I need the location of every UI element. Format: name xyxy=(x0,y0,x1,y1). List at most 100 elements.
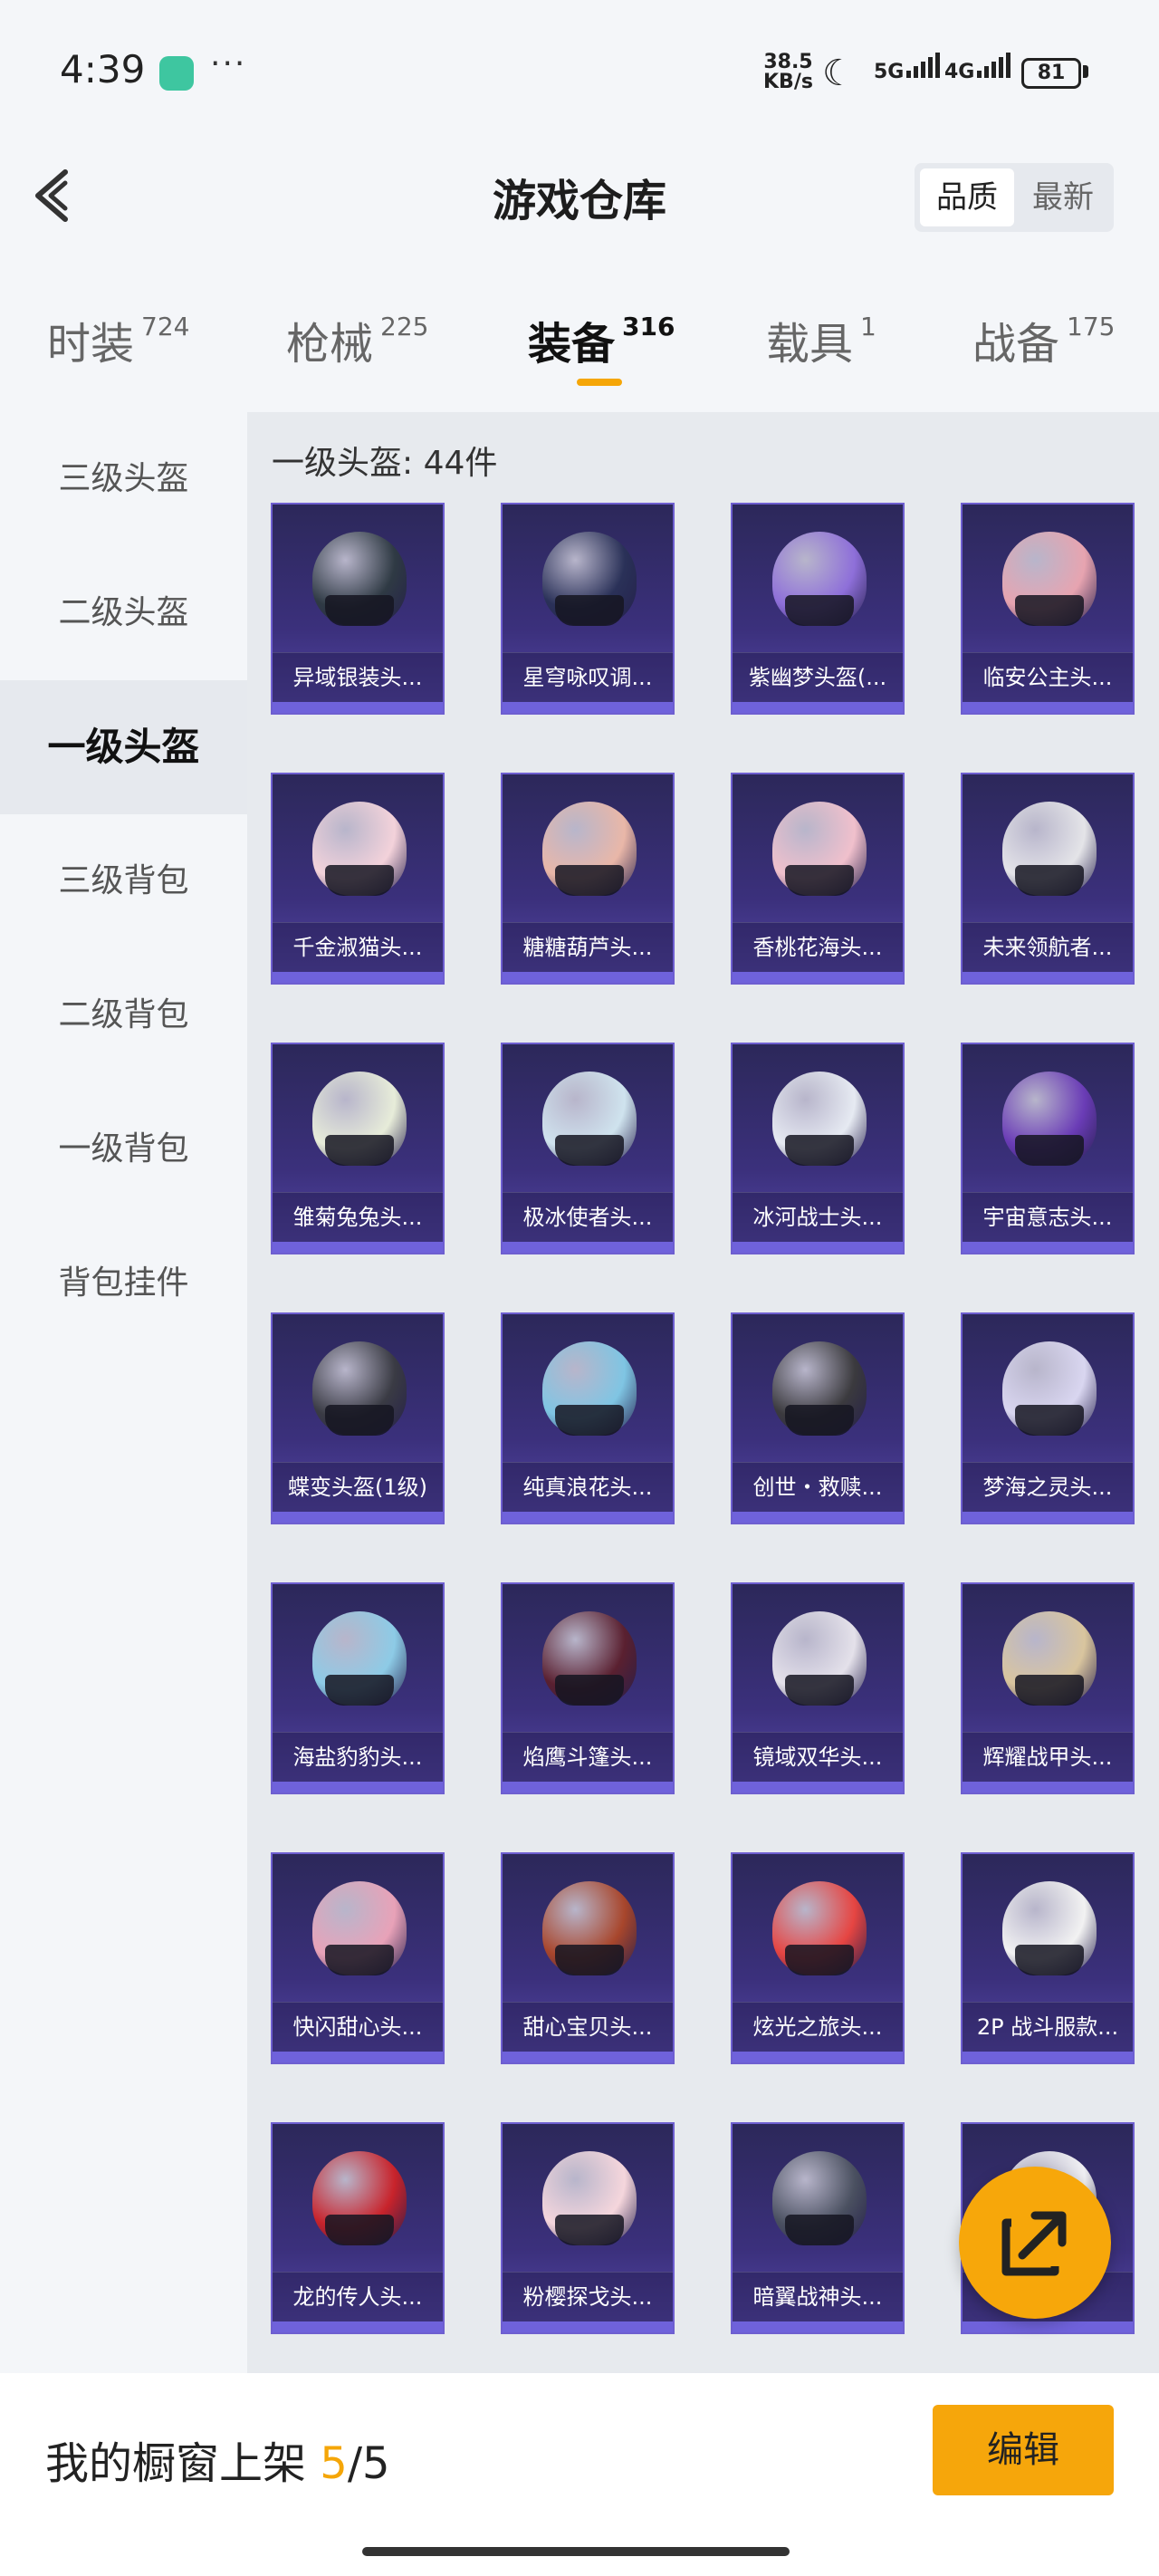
item-name: 星穹咏叹调... xyxy=(503,652,673,702)
network-speed-unit: KB/s xyxy=(763,71,813,93)
helmet-visor xyxy=(555,595,624,626)
sidebar-item-level3-helmet[interactable]: 三级头盔 xyxy=(0,412,247,546)
rarity-bar xyxy=(273,702,443,713)
item-card[interactable]: 焰鹰斗篷头... xyxy=(501,1582,675,1794)
helmet-visor xyxy=(1015,1405,1084,1436)
showcase-total: /5 xyxy=(347,2438,390,2489)
battery-icon: 81 xyxy=(1021,58,1081,89)
item-card[interactable]: 冰河战士头... xyxy=(731,1043,905,1254)
helmet-visor xyxy=(325,1675,394,1706)
status-time: 4:39 xyxy=(60,47,146,91)
sidebar-item-level3-backpack[interactable]: 三级背包 xyxy=(0,814,247,948)
helmet-visor xyxy=(555,1405,624,1436)
rarity-bar xyxy=(273,2321,443,2332)
helmet-visor xyxy=(1015,595,1084,626)
tab-fashion[interactable]: 时装 724 xyxy=(47,308,189,371)
helmet-visor xyxy=(785,2215,854,2245)
helmet-visor xyxy=(785,1945,854,1975)
item-name: 龙的传人头... xyxy=(273,2272,443,2321)
item-card[interactable]: 粉樱探戈头... xyxy=(501,2122,675,2334)
item-card[interactable]: 快闪甜心头... xyxy=(271,1852,445,2064)
item-name: 临安公主头... xyxy=(963,652,1133,702)
network-speed: 38.5 KB/s xyxy=(763,53,813,92)
item-card[interactable]: 纯真浪花头... xyxy=(501,1312,675,1524)
sort-latest-button[interactable]: 最新 xyxy=(1016,168,1110,226)
sidebar-item-level2-backpack[interactable]: 二级背包 xyxy=(0,948,247,1082)
helmet-visor xyxy=(785,595,854,626)
rarity-bar xyxy=(963,972,1133,983)
helmet-visor xyxy=(555,1135,624,1166)
helmet-visor xyxy=(325,865,394,896)
rarity-bar xyxy=(963,2321,1133,2332)
rarity-bar xyxy=(273,1242,443,1253)
item-card[interactable]: 镜域双华头... xyxy=(731,1582,905,1794)
item-card[interactable]: 星穹咏叹调... xyxy=(501,503,675,715)
rarity-bar xyxy=(733,1512,903,1523)
item-card[interactable]: 暗翼战神头... xyxy=(731,2122,905,2334)
item-card[interactable]: 糖糖葫芦头... xyxy=(501,773,675,985)
item-card[interactable]: 梦海之灵头... xyxy=(961,1312,1135,1524)
item-name: 雏菊兔兔头... xyxy=(273,1192,443,1242)
home-indicator[interactable] xyxy=(362,2547,790,2556)
item-name: 异域银装头... xyxy=(273,652,443,702)
item-card[interactable]: 炫光之旅头... xyxy=(731,1852,905,2064)
item-card[interactable]: 未来领航者... xyxy=(961,773,1135,985)
item-card[interactable]: 异域银装头... xyxy=(271,503,445,715)
rarity-bar xyxy=(963,2052,1133,2062)
item-name: 紫幽梦头盔(... xyxy=(733,652,903,702)
rarity-bar xyxy=(273,2052,443,2062)
rarity-bar xyxy=(733,1242,903,1253)
item-card[interactable]: 辉耀战甲头... xyxy=(961,1582,1135,1794)
item-card[interactable]: 蝶变头盔(1级) xyxy=(271,1312,445,1524)
helmet-visor xyxy=(555,865,624,896)
rarity-bar xyxy=(963,702,1133,713)
rarity-bar xyxy=(503,1512,673,1523)
helmet-visor xyxy=(555,2215,624,2245)
item-name: 创世・救赎... xyxy=(733,1462,903,1512)
tab-vehicles[interactable]: 载具 1 xyxy=(766,308,876,371)
item-name: 纯真浪花头... xyxy=(503,1462,673,1512)
helmet-visor xyxy=(325,1135,394,1166)
item-card[interactable]: 极冰使者头... xyxy=(501,1043,675,1254)
sort-toggle: 品质 最新 xyxy=(915,163,1114,232)
share-icon xyxy=(1001,2211,1067,2276)
rarity-bar xyxy=(503,2321,673,2332)
item-name: 蝶变头盔(1级) xyxy=(273,1462,443,1512)
helmet-visor xyxy=(555,1945,624,1975)
sidebar-item-level2-helmet[interactable]: 二级头盔 xyxy=(0,546,247,680)
item-card[interactable]: 海盐豹豹头... xyxy=(271,1582,445,1794)
item-card[interactable]: 临安公主头... xyxy=(961,503,1135,715)
active-tab-indicator xyxy=(577,379,622,386)
helmet-visor xyxy=(785,1135,854,1166)
tab-equipment[interactable]: 装备 316 xyxy=(528,308,675,371)
rarity-bar xyxy=(273,972,443,983)
tab-guns[interactable]: 枪械 225 xyxy=(286,308,428,371)
helmet-visor xyxy=(1015,1675,1084,1706)
item-card[interactable]: 千金淑猫头... xyxy=(271,773,445,985)
item-card[interactable]: 雏菊兔兔头... xyxy=(271,1043,445,1254)
edit-button[interactable]: 编辑 xyxy=(933,2405,1114,2495)
rarity-bar xyxy=(733,2052,903,2062)
item-name: 甜心宝贝头... xyxy=(503,2002,673,2052)
item-card[interactable]: 甜心宝贝头... xyxy=(501,1852,675,2064)
sidebar-item-backpack-charm[interactable]: 背包挂件 xyxy=(0,1216,247,1350)
sidebar-item-level1-backpack[interactable]: 一级背包 xyxy=(0,1082,247,1216)
item-card[interactable]: 龙的传人头... xyxy=(271,2122,445,2334)
item-card[interactable]: 香桃花海头... xyxy=(731,773,905,985)
sidebar-item-level1-helmet[interactable]: 一级头盔 xyxy=(0,680,247,814)
helmet-visor xyxy=(1015,1945,1084,1975)
showcase-current-count: 5 xyxy=(320,2438,348,2489)
helmet-visor xyxy=(785,1405,854,1436)
rarity-bar xyxy=(503,972,673,983)
helmet-visor xyxy=(785,865,854,896)
item-card[interactable]: 2P 战斗服款... xyxy=(961,1852,1135,2064)
item-name: 梦海之灵头... xyxy=(963,1462,1133,1512)
share-button[interactable] xyxy=(959,2167,1111,2319)
helmet-visor xyxy=(555,1675,624,1706)
rarity-bar xyxy=(733,702,903,713)
item-card[interactable]: 紫幽梦头盔(... xyxy=(731,503,905,715)
tab-battle-supplies[interactable]: 战备 175 xyxy=(972,308,1115,371)
item-card[interactable]: 创世・救赎... xyxy=(731,1312,905,1524)
item-card[interactable]: 宇宙意志头... xyxy=(961,1043,1135,1254)
sort-quality-button[interactable]: 品质 xyxy=(920,168,1014,226)
